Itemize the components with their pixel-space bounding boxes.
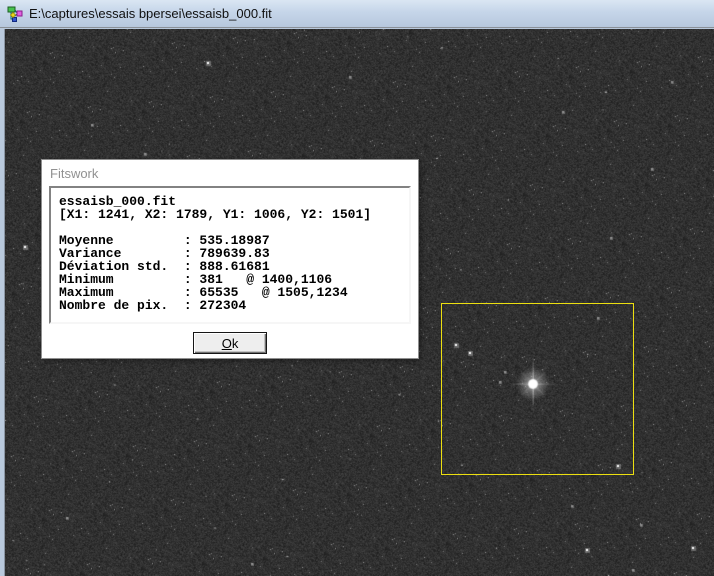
stat-line-region: [X1: 1241, X2: 1789, Y1: 1006, Y2: 1501] (59, 207, 372, 222)
ok-button-label-rest: k (231, 335, 239, 351)
fitswork-stats-dialog: Fitswork essaisb_000.fit [X1: 1241, X2: … (41, 159, 419, 359)
window-titlebar[interactable]: E:\captures\essais bpersei\essaisb_000.f… (0, 0, 714, 28)
stats-panel: essaisb_000.fit [X1: 1241, X2: 1789, Y1:… (49, 186, 411, 324)
window-frame-edge (4, 29, 5, 576)
ok-button[interactable]: Ok (193, 332, 267, 354)
ok-button-accesskey: O (221, 335, 232, 351)
fitswork-app-icon (7, 6, 23, 22)
window-title: E:\captures\essais bpersei\essaisb_000.f… (29, 6, 272, 21)
stat-line-pixelcount: Nombre de pix. : 272304 (59, 298, 247, 313)
dialog-title: Fitswork (50, 166, 99, 181)
